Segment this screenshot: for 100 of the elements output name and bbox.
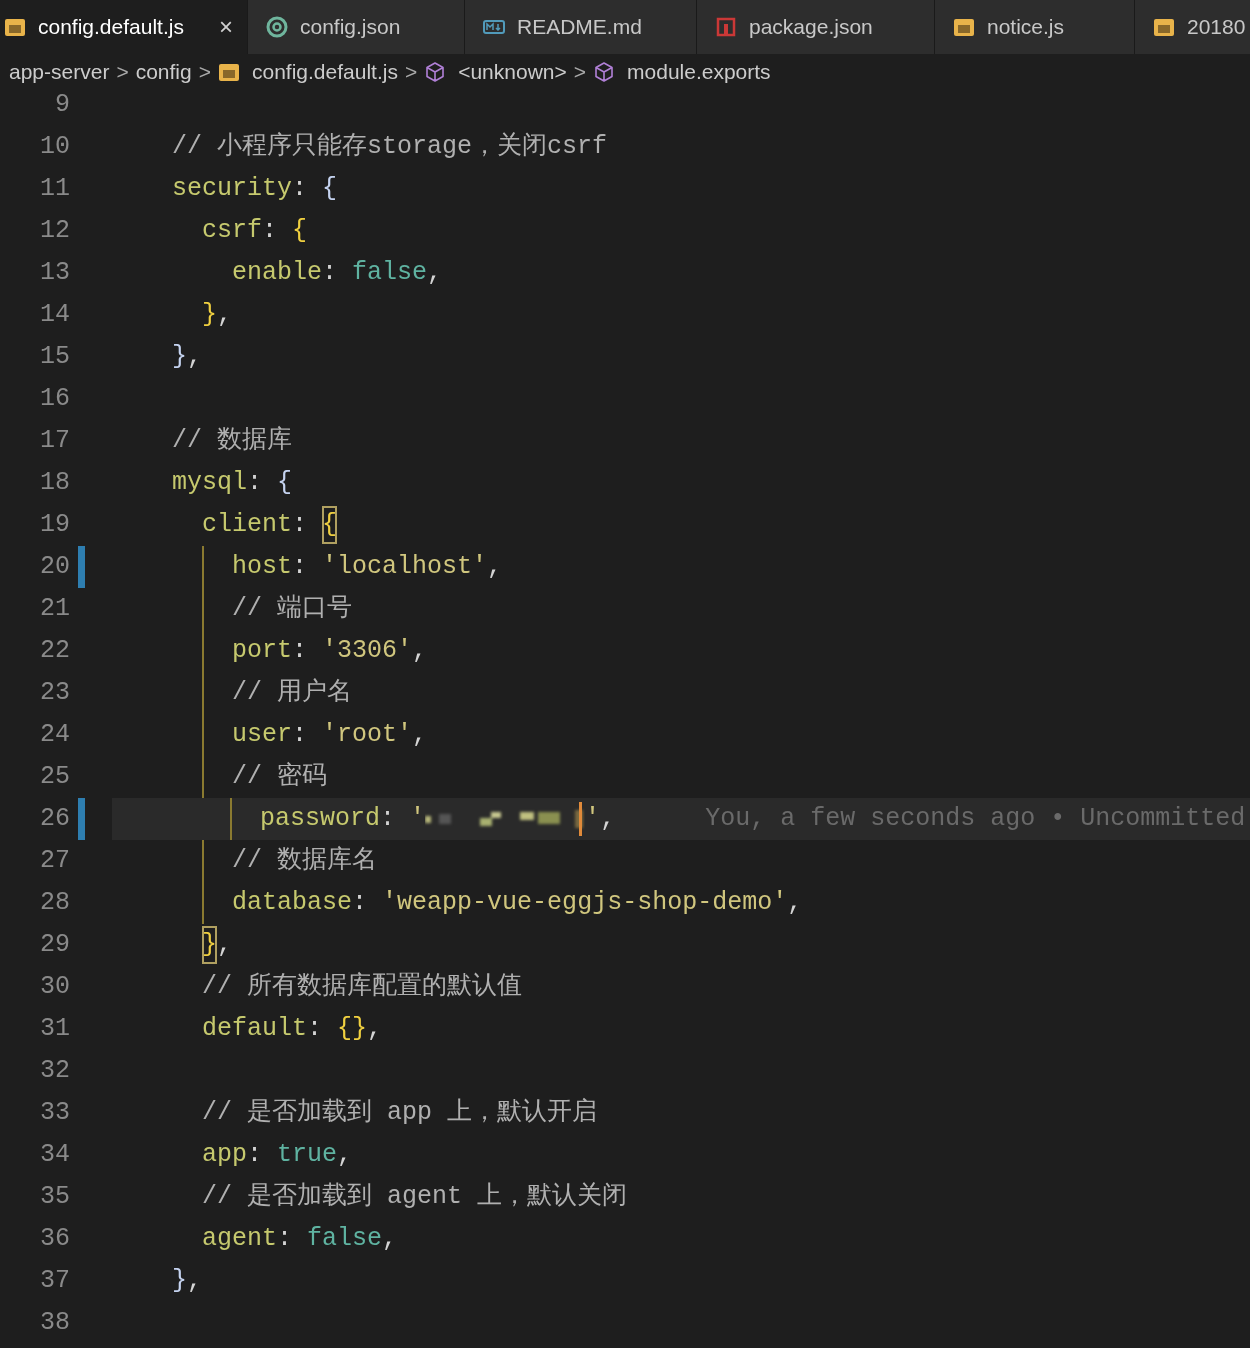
line-number: 34 [39, 1139, 70, 1172]
line-number: 12 [39, 215, 70, 248]
line-number: 19 [39, 509, 70, 542]
editor-tab[interactable]: README.md [465, 0, 697, 54]
swirl-icon [266, 16, 288, 38]
breadcrumb-item[interactable]: config [135, 56, 192, 88]
property-name: app [202, 1139, 248, 1172]
chevron-icon: > [116, 56, 129, 88]
bracket: } [172, 341, 188, 374]
line-number: 13 [39, 257, 70, 290]
line-number: 24 [39, 719, 70, 752]
punctuation: : [262, 215, 278, 248]
code-comment: // 是否加载到 agent 上，默认关闭 [202, 1181, 628, 1214]
punctuation: : [292, 551, 308, 584]
code-comment: // 小程序只能存storage，关闭csrf [172, 131, 608, 164]
punctuation: , [217, 299, 233, 332]
breadcrumb-item[interactable]: <unknown> [458, 56, 567, 88]
breadcrumb-item[interactable]: app-server [9, 56, 110, 88]
punctuation: , [600, 803, 616, 836]
close-icon[interactable]: × [219, 9, 233, 45]
line-number: 32 [39, 1055, 70, 1088]
bracket: } [172, 1265, 188, 1298]
code-comment: // 数据库名 [232, 845, 378, 878]
line-number: 17 [39, 425, 70, 458]
punctuation: : [352, 887, 368, 920]
tab-label: config.default.js [38, 14, 184, 41]
line-number: 22 [39, 635, 70, 668]
boolean-literal: true [277, 1139, 338, 1172]
tab-label: package.json [749, 14, 873, 41]
string-literal: ' [410, 803, 426, 836]
punctuation: , [412, 635, 428, 668]
code-comment: // 所有数据库配置的默认值 [202, 971, 523, 1004]
line-number: 29 [39, 929, 70, 962]
bracket: {} [337, 1013, 368, 1046]
punctuation: , [487, 551, 503, 584]
string-literal: 'weapp-vue-eggjs-shop-demo' [382, 887, 788, 920]
property-name: client [202, 509, 293, 542]
editor-tab[interactable]: config.json [248, 0, 465, 54]
bracket: { [292, 215, 308, 248]
punctuation: , [217, 929, 233, 962]
line-number: 26 [39, 803, 70, 836]
package-icon [715, 16, 737, 38]
string-literal: ' [585, 803, 601, 836]
bracket: { [322, 173, 338, 206]
property-name: csrf [202, 215, 263, 248]
punctuation: , [187, 341, 203, 374]
punctuation: : [292, 635, 308, 668]
tab-label: README.md [517, 14, 642, 41]
line-number: 16 [39, 383, 70, 416]
breadcrumb-item[interactable]: module.exports [627, 56, 771, 88]
cube-icon [593, 61, 616, 83]
punctuation: , [412, 719, 428, 752]
bracket: } [202, 299, 218, 332]
punctuation: : [307, 1013, 323, 1046]
punctuation: : [292, 173, 308, 206]
chevron-icon: > [573, 56, 587, 88]
git-blame-annotation: You, a few seconds ago • Uncommitted [705, 803, 1246, 836]
line-number: 21 [39, 593, 70, 626]
property-name: port [232, 635, 293, 668]
tab-label: config.json [300, 14, 401, 41]
line-number: 25 [39, 761, 70, 794]
string-literal: 'localhost' [322, 551, 488, 584]
punctuation: : [322, 257, 338, 290]
line-number: 28 [39, 887, 70, 920]
punctuation: : [380, 803, 396, 836]
boolean-literal: false [307, 1223, 383, 1256]
line-number: 20 [39, 551, 70, 584]
line-number: 27 [39, 845, 70, 878]
code-comment: // 用户名 [232, 677, 353, 710]
line-number: 31 [39, 1013, 70, 1046]
property-name: mysql [172, 467, 248, 500]
bracket: { [277, 467, 293, 500]
breadcrumb-item[interactable]: config.default.js [251, 56, 398, 88]
js-file-icon [217, 61, 240, 83]
punctuation: , [187, 1265, 203, 1298]
line-number: 10 [39, 131, 70, 164]
property-name: agent [202, 1223, 278, 1256]
chevron-icon: > [404, 56, 418, 88]
punctuation: , [382, 1223, 398, 1256]
editor-tab[interactable]: config.default.js × [0, 0, 248, 54]
property-name: default [202, 1013, 308, 1046]
punctuation: , [337, 1139, 353, 1172]
code-comment: // 密码 [232, 761, 328, 794]
punctuation: : [247, 1139, 263, 1172]
js-file-icon [953, 16, 975, 38]
line-number: 30 [39, 971, 70, 1004]
punctuation: , [427, 257, 443, 290]
editor-tab[interactable]: notice.js [935, 0, 1135, 54]
editor-tab[interactable]: package.json [697, 0, 935, 54]
line-number: 11 [39, 173, 70, 206]
boolean-literal: false [352, 257, 428, 290]
editor-tab[interactable]: 20180 [1135, 0, 1250, 54]
text-cursor [579, 802, 583, 836]
string-literal: 'root' [322, 719, 413, 752]
punctuation: : [292, 719, 308, 752]
punctuation: , [367, 1013, 383, 1046]
tab-label: notice.js [987, 14, 1065, 41]
punctuation: : [292, 509, 308, 542]
line-number: 14 [39, 299, 70, 332]
code-comment: // 是否加载到 app 上，默认开启 [202, 1097, 598, 1130]
